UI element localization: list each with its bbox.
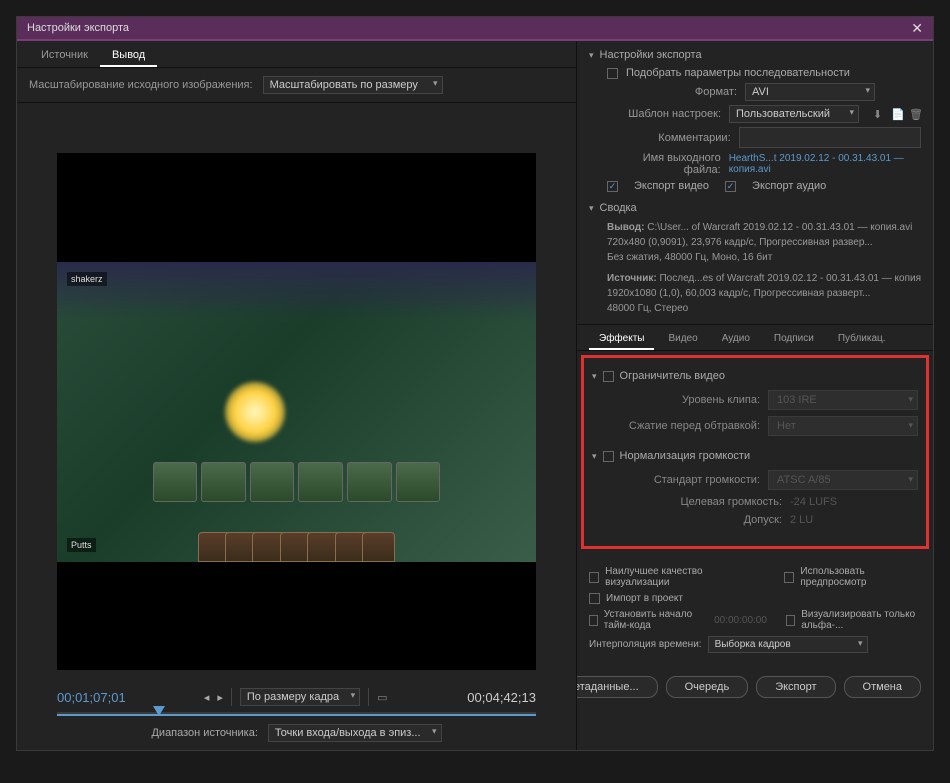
tab-captions[interactable]: Подписи <box>764 329 824 350</box>
export-button[interactable]: Экспорт <box>756 676 835 698</box>
delete-preset-icon[interactable]: 🗑 <box>909 108 921 120</box>
max-quality-label: Наилучшее качество визуализации <box>605 566 754 588</box>
tab-output[interactable]: Вывод <box>100 45 157 67</box>
tab-audio[interactable]: Аудио <box>712 329 760 350</box>
timecode-value: 00:00:00:00 <box>714 615 767 626</box>
target-label: Целевая громкость: <box>622 496 782 508</box>
format-dropdown[interactable]: AVI <box>745 83 875 101</box>
aspect-icon[interactable]: ▭ <box>377 691 389 703</box>
step-fwd-icon[interactable]: ▸ <box>217 691 223 704</box>
range-dropdown[interactable]: Точки входа/выхода в эпиз... <box>268 724 442 742</box>
slider-handle[interactable] <box>153 706 165 722</box>
summary-output-text: C:\User... of Warcraft 2019.02.12 - 00.3… <box>607 222 912 263</box>
timeline-slider[interactable] <box>57 712 536 716</box>
format-label: Формат: <box>607 86 737 98</box>
max-quality-checkbox[interactable] <box>589 572 599 583</box>
tab-video[interactable]: Видео <box>658 329 707 350</box>
close-icon[interactable]: ✕ <box>911 20 923 37</box>
summary-header: Сводка <box>600 202 637 214</box>
tab-effects[interactable]: Эффекты <box>589 329 654 350</box>
scale-label: Масштабирование исходного изображения: <box>29 79 253 91</box>
interp-dropdown[interactable]: Выборка кадров <box>708 636 868 653</box>
match-seq-checkbox[interactable] <box>607 68 618 79</box>
tolerance-value: 2 LU <box>790 514 813 526</box>
limiter-checkbox[interactable] <box>603 371 614 382</box>
standard-label: Стандарт громкости: <box>622 474 760 486</box>
tab-publish[interactable]: Публикац. <box>828 329 896 350</box>
chevron-down-icon[interactable]: ▾ <box>589 50 594 61</box>
preset-dropdown[interactable]: Пользовательский <box>729 105 859 123</box>
limiter-title: Ограничитель видео <box>620 370 725 382</box>
fit-dropdown[interactable]: По размеру кадра <box>240 688 360 706</box>
set-timecode-label: Установить начало тайм-кода <box>604 609 708 631</box>
export-audio-checkbox[interactable] <box>725 181 736 192</box>
export-settings-header: Настройки экспорта <box>600 49 702 61</box>
comments-label: Комментарии: <box>607 132 731 144</box>
import-project-label: Импорт в проект <box>606 593 683 604</box>
step-back-icon[interactable]: ◂ <box>204 691 210 704</box>
clip-level-label: Уровень клипа: <box>622 394 760 406</box>
clip-level-dropdown: 103 IRE <box>768 390 918 410</box>
export-video-label: Экспорт видео <box>634 180 709 192</box>
save-preset-icon[interactable]: ⬇ <box>873 108 885 120</box>
output-name-label: Имя выходного файла: <box>607 152 721 176</box>
titlebar: Настройки экспорта ✕ <box>17 17 933 41</box>
queue-button[interactable]: Очередь <box>666 676 749 698</box>
export-video-checkbox[interactable] <box>607 181 618 192</box>
metadata-button[interactable]: Метаданные... <box>577 676 658 698</box>
set-timecode-checkbox[interactable] <box>589 615 598 626</box>
chevron-down-icon[interactable]: ▾ <box>592 371 597 382</box>
summary-output-label: Вывод: <box>607 222 644 233</box>
import-preset-icon[interactable]: 📄 <box>891 108 903 120</box>
import-project-checkbox[interactable] <box>589 593 600 604</box>
target-value: -24 LUFS <box>790 496 837 508</box>
use-preview-checkbox[interactable] <box>784 572 794 583</box>
chevron-down-icon[interactable]: ▾ <box>592 451 597 462</box>
chevron-down-icon[interactable]: ▾ <box>589 203 594 214</box>
compress-label: Сжатие перед обтравкой: <box>622 420 760 432</box>
render-alpha-checkbox[interactable] <box>786 615 795 626</box>
normalize-checkbox[interactable] <box>603 451 614 462</box>
compress-dropdown: Нет <box>768 416 918 436</box>
time-total: 00;04;42;13 <box>467 690 536 705</box>
interp-label: Интерполяция времени: <box>589 639 702 650</box>
preview-area: shakerz Putts <box>57 153 536 670</box>
normalize-title: Нормализация громкости <box>620 450 751 462</box>
player-top: shakerz <box>67 272 107 286</box>
match-seq-label: Подобрать параметры последовательности <box>626 67 850 79</box>
settings-tabs: Эффекты Видео Аудио Подписи Публикац. <box>577 325 933 351</box>
left-tabs: Источник Вывод <box>17 41 576 68</box>
tolerance-label: Допуск: <box>622 514 782 526</box>
standard-dropdown: ATSC A/85 <box>768 470 918 490</box>
player-bottom: Putts <box>67 538 96 552</box>
preview-video: shakerz Putts <box>57 262 536 562</box>
preset-label: Шаблон настроек: <box>607 108 721 120</box>
render-alpha-label: Визуализировать только альфа-... <box>801 609 921 631</box>
cancel-button[interactable]: Отмена <box>844 676 921 698</box>
use-preview-label: Использовать предпросмотр <box>800 566 921 588</box>
export-audio-label: Экспорт аудио <box>752 180 826 192</box>
time-current[interactable]: 00;01;07;01 <box>57 690 126 705</box>
dialog-title: Настройки экспорта <box>27 22 911 34</box>
effects-highlight: ▾ Ограничитель видео Уровень клипа: 103 … <box>581 355 929 549</box>
comments-input[interactable] <box>739 127 921 148</box>
scale-dropdown[interactable]: Масштабировать по размеру <box>263 76 443 94</box>
output-name-value[interactable]: HearthS...t 2019.02.12 - 00.31.43.01 — к… <box>729 153 921 175</box>
range-label: Диапазон источника: <box>151 727 257 739</box>
summary-source-label: Источник: <box>607 273 657 284</box>
tab-source[interactable]: Источник <box>29 45 100 67</box>
